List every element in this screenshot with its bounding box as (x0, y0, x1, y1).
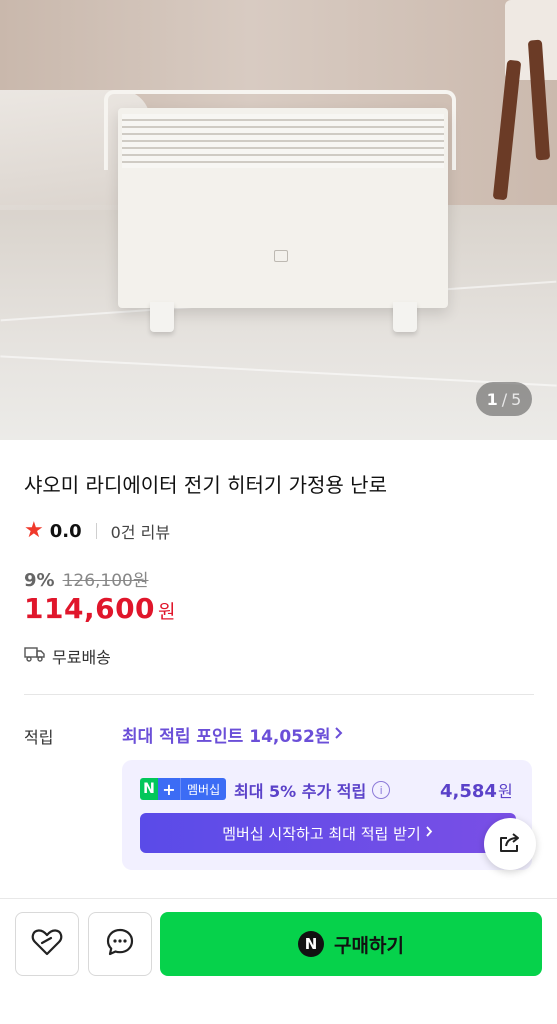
heater-foot (150, 302, 174, 332)
price-row: 114,600 원 (24, 592, 176, 625)
price-unit: 원 (158, 601, 176, 623)
shipping-text: 무료배송 (52, 648, 111, 667)
chevron-right-icon (425, 824, 434, 842)
original-price: 126,100원 (62, 571, 149, 591)
buy-button[interactable]: N 구매하기 (160, 912, 542, 976)
discount-row: 9% 126,100원 (24, 566, 149, 591)
shipping-row: 무료배송 (24, 644, 111, 668)
membership-extra: 최대 5% 추가 적립 i (234, 778, 391, 802)
product-title: 샤오미 라디에이터 전기 히터기 가정용 난로 (24, 473, 387, 497)
heater-grill (122, 114, 444, 168)
rating-value: 0.0 (49, 520, 82, 542)
bottom-bar-divider (0, 898, 557, 899)
share-button[interactable] (484, 818, 536, 870)
membership-start-label: 멤버십 시작하고 최대 적립 받기 (222, 824, 421, 843)
max-points-text: 최대 적립 포인트 14,052원 (122, 727, 331, 747)
points-label: 적립 (24, 728, 54, 747)
image-counter: 1 / 5 (476, 382, 532, 416)
badge-label: 멤버십 (180, 778, 227, 800)
rating-row: ★ 0.0 0건 리뷰 (24, 518, 170, 544)
section-divider (24, 694, 534, 695)
image-counter-separator: / (501, 389, 508, 409)
share-icon (497, 830, 523, 858)
heater-logo (274, 250, 288, 262)
review-count-link[interactable]: 0건 리뷰 (111, 519, 170, 543)
image-counter-current: 1 (486, 389, 498, 409)
wishlist-button[interactable] (15, 912, 79, 976)
chat-icon (104, 926, 136, 962)
truck-icon (24, 646, 46, 666)
image-counter-total: 5 (511, 389, 522, 409)
membership-amount-unit: 원 (497, 782, 513, 801)
badge-n: N (140, 778, 158, 800)
divider (95, 523, 97, 539)
sale-price: 114,600 (24, 592, 156, 625)
discount-rate: 9% (24, 570, 55, 591)
inquiry-button[interactable] (88, 912, 152, 976)
membership-extra-text: 최대 5% 추가 적립 (234, 782, 367, 801)
chevron-right-icon (334, 725, 344, 745)
buy-label: 구매하기 (334, 934, 404, 957)
membership-amount-value: 4,584 (440, 781, 497, 802)
membership-start-button[interactable]: 멤버십 시작하고 최대 적립 받기 (140, 813, 516, 853)
membership-amount: 4,584 원 (440, 778, 513, 802)
naver-plus-badge: N + 멤버십 (140, 778, 227, 800)
star-icon: ★ (24, 518, 44, 543)
badge-plus: + (158, 778, 180, 800)
naver-pay-icon: N (298, 931, 325, 957)
heater-foot (393, 302, 417, 332)
product-image[interactable]: 1 / 5 (0, 0, 557, 440)
info-icon[interactable]: i (372, 781, 391, 799)
max-points-link[interactable]: 최대 적립 포인트 14,052원 (122, 722, 344, 747)
heart-icon (31, 927, 63, 961)
